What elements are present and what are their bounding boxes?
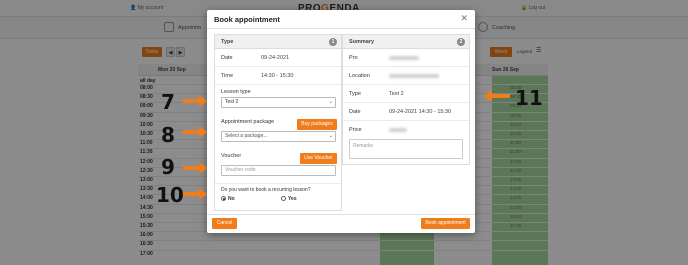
location-value-redacted [389, 74, 439, 78]
annotation-arrow [484, 90, 510, 102]
step-badge: 2 [457, 38, 465, 46]
section-divider [215, 183, 341, 184]
pro-label: Pro [349, 55, 358, 61]
summary-panel: Summary 2 Pro Location Type Test 2 Date … [342, 34, 470, 165]
recurring-question: Do you want to book a recurring lesson? [221, 187, 311, 193]
package-label: Appointment package [221, 119, 275, 125]
annotation-9: 9 [161, 155, 175, 179]
type-panel-title: Type [221, 39, 234, 45]
pro-row: Pro [343, 49, 469, 67]
book-appointment-button[interactable]: Book appointment [421, 218, 470, 229]
footer-divider [207, 214, 475, 215]
lesson-type-label: Lesson type [221, 89, 251, 95]
location-label: Location [349, 73, 370, 79]
modal-title: Book appointment [214, 15, 280, 24]
chevron-down-icon: ⌄ [328, 133, 333, 139]
summary-date-label: Date [349, 109, 361, 115]
lesson-type-value: Test 2 [225, 99, 239, 105]
buy-packages-button[interactable]: Buy packages [297, 119, 337, 130]
annotation-10: 10 [156, 183, 184, 207]
annotation-7: 7 [161, 90, 175, 114]
recurring-yes-radio[interactable] [281, 196, 286, 201]
recurring-yes-label[interactable]: Yes [288, 196, 297, 202]
annotation-11: 11 [515, 86, 543, 110]
remarks-placeholder: Remarks [353, 143, 374, 149]
annotation-arrow [183, 162, 207, 174]
recurring-no-radio[interactable] [221, 196, 226, 201]
recurring-no-label[interactable]: No [228, 196, 235, 202]
time-value: 14:30 - 15:30 [261, 73, 294, 79]
date-label: Date [221, 55, 233, 61]
summary-date-row: Date 09-24-2021 14:30 - 15:30 [343, 103, 469, 121]
use-voucher-button[interactable]: Use Voucher [300, 153, 337, 164]
annotation-arrow [183, 188, 207, 200]
pro-value-redacted [389, 56, 419, 60]
annotation-8: 8 [161, 123, 175, 147]
summary-date-value: 09-24-2021 14:30 - 15:30 [389, 109, 452, 115]
location-row: Location [343, 67, 469, 85]
voucher-label: Voucher [221, 153, 242, 159]
package-placeholder: Select a package... [225, 133, 268, 139]
cancel-button[interactable]: Cancel [212, 218, 237, 229]
package-select[interactable]: Select a package... ⌄ [221, 131, 336, 142]
book-appointment-modal: Book appointment ✕ Type 1 Date 09-24-202… [207, 10, 475, 233]
price-label: Price [349, 127, 362, 133]
voucher-input[interactable]: Voucher code [221, 165, 336, 176]
type-panel-header: Type 1 [215, 35, 341, 49]
time-label: Time [221, 73, 234, 79]
date-row: Date 09-24-2021 [215, 49, 341, 67]
price-row: Price [343, 121, 469, 139]
remarks-textarea[interactable]: Remarks [349, 139, 463, 159]
annotation-arrow [183, 126, 207, 138]
close-icon[interactable]: ✕ [460, 13, 468, 24]
type-label: Type [349, 91, 361, 97]
lesson-type-select[interactable]: Test 2 ⌄ [221, 97, 336, 108]
voucher-placeholder: Voucher code [225, 167, 256, 173]
summary-panel-title: Summary [349, 39, 375, 45]
annotation-arrow [183, 95, 207, 107]
date-value: 09-24-2021 [261, 55, 290, 61]
step-badge: 1 [329, 38, 337, 46]
type-value: Test 2 [389, 91, 404, 97]
type-panel: Type 1 Date 09-24-2021 Time 14:30 - 15:3… [214, 34, 342, 211]
price-value-redacted [389, 128, 407, 132]
type-row: Type Test 2 [343, 85, 469, 103]
header-divider [207, 28, 475, 29]
summary-panel-header: Summary 2 [343, 35, 469, 49]
chevron-down-icon: ⌄ [328, 99, 333, 105]
time-row: Time 14:30 - 15:30 [215, 67, 341, 85]
